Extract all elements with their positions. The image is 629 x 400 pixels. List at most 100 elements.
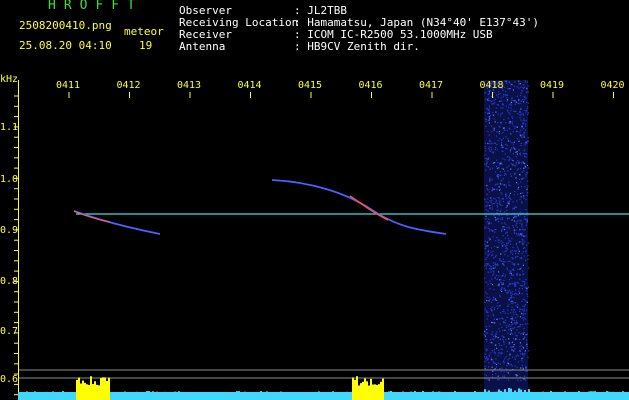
noise-speck: [516, 322, 518, 324]
meter-bar: [404, 394, 406, 400]
noise-speck: [503, 119, 505, 121]
meter-bar: [100, 378, 102, 400]
noise-speck: [521, 228, 524, 230]
noise-speck: [512, 257, 514, 259]
noise-speck: [488, 296, 490, 299]
noise-speck: [524, 299, 526, 301]
meter-bar: [576, 394, 578, 400]
meter-bar: [292, 395, 294, 400]
meter-bar: [362, 381, 364, 400]
noise-speck: [505, 346, 507, 348]
meter-bar: [444, 393, 446, 400]
noise-speck: [498, 349, 500, 351]
noise-speck: [491, 321, 493, 323]
noise-speck: [504, 289, 506, 291]
noise-speck: [497, 96, 499, 98]
noise-speck: [510, 101, 512, 104]
noise-speck: [485, 358, 487, 360]
meter-bar: [356, 376, 358, 400]
noise-speck: [506, 156, 508, 158]
noise-speck: [517, 215, 520, 217]
noise-speck: [527, 85, 529, 87]
meter-bar: [130, 392, 132, 400]
meter-bar: [200, 393, 202, 400]
noise-speck: [520, 353, 522, 355]
meter-bar: [206, 393, 208, 400]
noise-speck: [515, 244, 517, 246]
meter-bar: [460, 394, 462, 400]
noise-speck: [524, 247, 526, 249]
noise-speck: [505, 122, 507, 124]
meter-bar: [380, 381, 382, 400]
noise-speck: [511, 293, 514, 295]
noise-speck: [516, 95, 518, 97]
meter-bar: [64, 395, 66, 400]
noise-speck: [485, 164, 487, 166]
noise-speck: [511, 121, 514, 123]
noise-speck: [505, 356, 507, 358]
meter-bar: [282, 395, 284, 400]
noise-speck: [505, 148, 507, 150]
noise-speck: [509, 151, 511, 153]
noise-speck: [511, 347, 513, 349]
noise-speck: [511, 319, 513, 321]
noise-speck: [511, 100, 513, 102]
noise-speck: [526, 187, 529, 189]
noise-speck: [511, 219, 513, 221]
noise-speck: [489, 140, 491, 143]
noise-speck: [525, 199, 527, 201]
noise-speck: [508, 303, 510, 305]
meter-bar: [372, 384, 374, 400]
meter-bar: [114, 392, 116, 400]
noise-speck: [525, 290, 527, 292]
meter-bar: [532, 392, 534, 400]
noise-speck: [506, 350, 509, 352]
meter-bar: [434, 392, 436, 400]
noise-speck: [513, 217, 515, 219]
meter-bar: [302, 392, 304, 400]
noise-speck: [499, 199, 501, 201]
noise-speck: [487, 142, 489, 145]
meter-bar: [136, 391, 138, 400]
noise-speck: [515, 285, 517, 287]
noise-speck: [524, 282, 526, 284]
meter-bar: [606, 391, 608, 400]
noise-speck: [523, 247, 525, 249]
noise-speck: [484, 335, 486, 337]
noise-speck: [523, 328, 525, 330]
noise-speck: [503, 343, 505, 345]
noise-speck: [507, 313, 509, 315]
noise-speck: [525, 173, 527, 175]
noise-speck: [495, 299, 497, 301]
noise-speck: [484, 301, 486, 303]
meter-bar: [108, 377, 110, 400]
noise-speck: [516, 338, 518, 340]
noise-speck: [495, 336, 497, 338]
noise-speck: [493, 129, 495, 131]
noise-speck: [495, 254, 497, 256]
noise-speck: [527, 258, 529, 260]
noise-speck: [499, 363, 501, 365]
noise-speck: [520, 220, 523, 222]
noise-speck: [487, 271, 489, 273]
noise-speck: [502, 258, 504, 260]
noise-speck: [493, 351, 495, 353]
noise-speck: [518, 338, 521, 341]
noise-speck: [515, 281, 517, 284]
meter-bar: [278, 395, 280, 400]
noise-speck: [504, 329, 506, 331]
noise-speck: [519, 173, 521, 176]
meter-bar: [90, 376, 92, 400]
noise-speck: [500, 260, 502, 262]
noise-speck: [503, 287, 505, 289]
noise-speck: [513, 231, 515, 233]
noise-speck: [489, 146, 491, 148]
meter-bar: [484, 389, 486, 400]
noise-speck: [484, 277, 486, 279]
y-tick-label: 0.7: [0, 326, 19, 337]
noise-speck: [516, 232, 518, 234]
noise-speck: [493, 142, 495, 144]
meter-bar: [608, 391, 610, 400]
noise-speck: [509, 196, 511, 198]
noise-speck: [519, 153, 521, 155]
